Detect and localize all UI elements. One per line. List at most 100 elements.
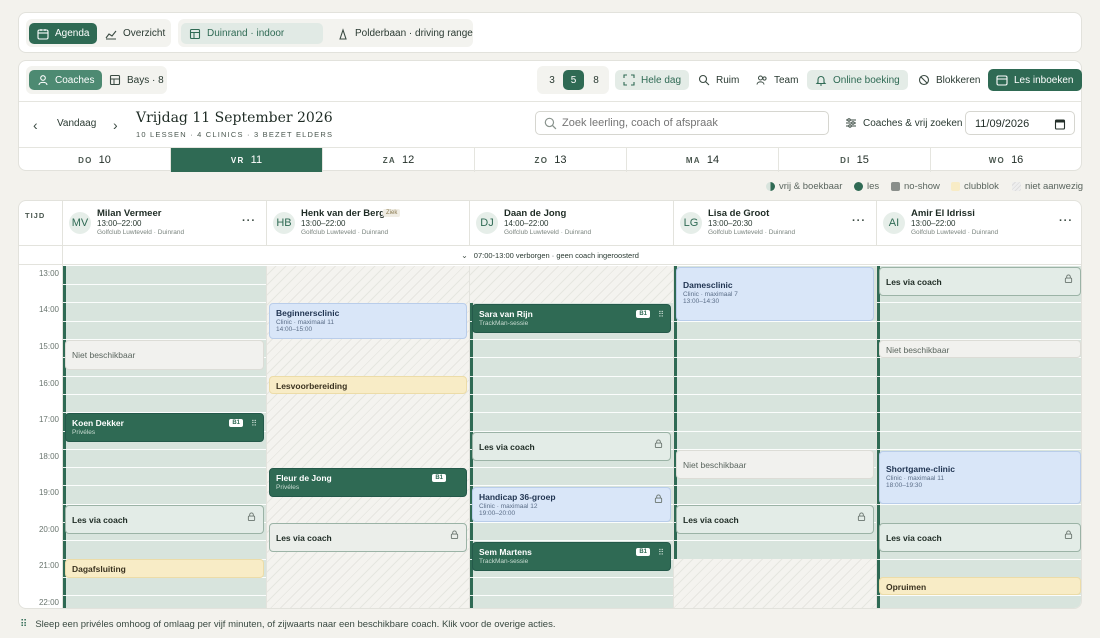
day-tab-di[interactable]: DI 15 xyxy=(779,148,931,172)
event-card[interactable]: Les via coach xyxy=(676,505,874,534)
coach-hours: 13:00–22:00 xyxy=(97,219,142,228)
ruim-button[interactable]: Ruim xyxy=(690,70,747,90)
event-card[interactable]: Les via coach xyxy=(879,267,1081,296)
online-boeking-label: Online boeking xyxy=(833,74,900,86)
gridline xyxy=(674,431,876,432)
agenda-label: Agenda xyxy=(55,28,90,39)
more-icon[interactable]: ··· xyxy=(1059,215,1073,227)
gridline xyxy=(877,394,1081,395)
agenda-tab[interactable]: Agenda xyxy=(29,23,98,44)
les-inboeken-button[interactable]: Les inboeken xyxy=(988,69,1082,91)
coach-column-4: Les via coach Niet beschikbaar Shortgame… xyxy=(877,266,1081,608)
event-card[interactable]: Koen Dekker Privéles B1 ⠿ xyxy=(65,413,264,442)
event-card[interactable]: Handicap 36-groep Clinic · maximaal 12 19:… xyxy=(472,487,671,522)
coach-header-3[interactable]: LG Lisa de Groot 13:00–20:30 Golfclub Lu… xyxy=(674,201,877,245)
event-card[interactable]: Niet beschikbaar xyxy=(879,340,1081,358)
event-card[interactable]: Dagafsluiting xyxy=(65,559,264,578)
event-card[interactable]: Fleur de Jong Privéles B1 xyxy=(269,468,467,497)
hele-dag-label: Hele dag xyxy=(641,74,682,86)
event-card[interactable]: Beginnersclinic Clinic · maximaal 11 14:00… xyxy=(269,303,467,339)
overzicht-tab[interactable]: Overzicht xyxy=(97,23,173,44)
bay-badge: B1 xyxy=(432,474,446,482)
today-button[interactable]: Vandaag xyxy=(57,118,96,129)
drag-handle-icon[interactable]: ⠿ xyxy=(658,310,664,319)
event-card[interactable]: Damesclinic Clinic · maximaal 7 13:00–14:3… xyxy=(676,267,874,321)
gridline xyxy=(877,302,1081,303)
coach-header-4[interactable]: AI Amir El Idrissi 13:00–22:00 Golfclub … xyxy=(877,201,1081,245)
event-card[interactable]: Lesvoorbereiding xyxy=(269,376,467,394)
gridline xyxy=(470,522,673,523)
gridline xyxy=(470,595,673,596)
days-8-option[interactable]: 8 xyxy=(586,70,606,90)
free-swatch xyxy=(766,182,775,191)
day-tab-do[interactable]: DO 10 xyxy=(19,148,171,172)
legend-niet-aanwezig: niet aanwezig xyxy=(1012,181,1083,192)
event-card[interactable]: Niet beschikbaar xyxy=(65,340,264,370)
coaches-tab[interactable]: Coaches xyxy=(29,70,103,90)
blokkeren-button[interactable]: Blokkeren xyxy=(910,70,988,90)
days-3-option[interactable]: 3 xyxy=(542,70,562,90)
zoom-icon xyxy=(698,74,710,86)
bays-tab[interactable]: Bays · 8 xyxy=(101,70,172,90)
coach-header-1[interactable]: HB Henk van der Berg Ziek 13:00–22:00 Go… xyxy=(267,201,470,245)
search-input[interactable] xyxy=(562,115,822,131)
search-field[interactable] xyxy=(535,111,829,135)
schedule-grid: TIJD MV Milan Vermeer 13:00–22:00 Golfcl… xyxy=(18,200,1082,609)
day-tab-vr[interactable]: VR 11 xyxy=(171,148,323,172)
more-icon[interactable]: ··· xyxy=(852,215,866,227)
location-indoor-tab[interactable]: Duinrand · indoor xyxy=(181,23,323,44)
hour-label: 16:00 xyxy=(38,379,59,388)
status-badge: Ziek xyxy=(383,209,401,217)
event-card[interactable]: Shortgame-clinic Clinic · maximaal 11 18:0… xyxy=(879,451,1081,504)
event-card[interactable]: Niet beschikbaar xyxy=(676,450,874,479)
flag-icon xyxy=(337,27,349,40)
gridline xyxy=(674,357,876,358)
day-tab-zo[interactable]: ZO 13 xyxy=(475,148,627,172)
bay-badge: B1 xyxy=(636,548,650,556)
event-card[interactable]: Les via coach xyxy=(269,523,467,552)
hour-label: 21:00 xyxy=(38,561,59,570)
coaches-label: Coaches xyxy=(55,74,95,86)
prev-day-button[interactable]: ‹ xyxy=(33,117,38,133)
day-tab-wo[interactable]: WO 16 xyxy=(931,148,1081,172)
day-tab-ma[interactable]: MA 14 xyxy=(627,148,779,172)
event-card[interactable]: Les via coach xyxy=(879,523,1081,552)
coach-filter-button[interactable]: Coaches & vrij zoeken xyxy=(837,112,971,134)
day-tab-za[interactable]: ZA 12 xyxy=(323,148,475,172)
lock-icon xyxy=(857,512,866,521)
hidden-hours-note: 07:00-13:00 verborgen · geen coach inger… xyxy=(473,250,639,260)
location-range-tab[interactable]: Polderbaan · driving range xyxy=(329,23,481,44)
event-card[interactable]: Opruimen xyxy=(879,577,1081,595)
hidden-hours-bar[interactable]: ⌄ 07:00-13:00 verborgen · geen coach ing… xyxy=(19,245,1081,265)
coach-header-0[interactable]: MV Milan Vermeer 13:00–22:00 Golfclub Lu… xyxy=(63,201,267,245)
hele-dag-button[interactable]: Hele dag xyxy=(615,70,690,90)
gridline xyxy=(674,376,876,377)
hour-label: 19:00 xyxy=(38,488,59,497)
coach-club: Golfclub Luwteveld · Duinrand xyxy=(911,229,999,236)
days-5-option[interactable]: 5 xyxy=(563,70,584,90)
drag-handle-icon[interactable]: ⠿ xyxy=(251,419,257,428)
event-card[interactable]: Les via coach xyxy=(472,432,671,461)
avatar: LG xyxy=(680,212,702,234)
more-icon[interactable]: ··· xyxy=(242,215,256,227)
location-indoor-label: Duinrand · indoor xyxy=(207,28,285,39)
bays-label: Bays · 8 xyxy=(127,74,164,86)
gridline xyxy=(63,595,266,596)
availability-block[interactable] xyxy=(877,266,1081,608)
event-card[interactable]: Sara van Rijn TrackMan-sessie B1 ⠿ xyxy=(472,304,671,333)
drag-handle-icon[interactable]: ⠿ xyxy=(658,548,664,557)
date-picker[interactable]: 11/09/2026 xyxy=(965,111,1075,135)
agenda-card: Coaches Bays · 8 3 5 8 Hele dag Ruim Tea… xyxy=(18,60,1082,172)
coach-name: Henk van der Berg xyxy=(301,208,385,219)
gridline xyxy=(470,467,673,468)
event-card[interactable]: Les via coach xyxy=(65,505,264,534)
coach-header-2[interactable]: DJ Daan de Jong 14:00–22:00 Golfclub Luw… xyxy=(470,201,674,245)
event-card[interactable]: Sem Martens TrackMan-sessie B1 ⠿ xyxy=(472,542,671,571)
calendar-plus-icon xyxy=(996,74,1008,86)
legend-free: vrij & boekbaar xyxy=(766,181,842,192)
absent-block xyxy=(674,559,876,608)
absent-block xyxy=(470,266,673,303)
online-boeking-button[interactable]: Online boeking xyxy=(807,70,908,90)
team-button[interactable]: Team xyxy=(748,70,806,90)
next-day-button[interactable]: › xyxy=(113,117,118,133)
